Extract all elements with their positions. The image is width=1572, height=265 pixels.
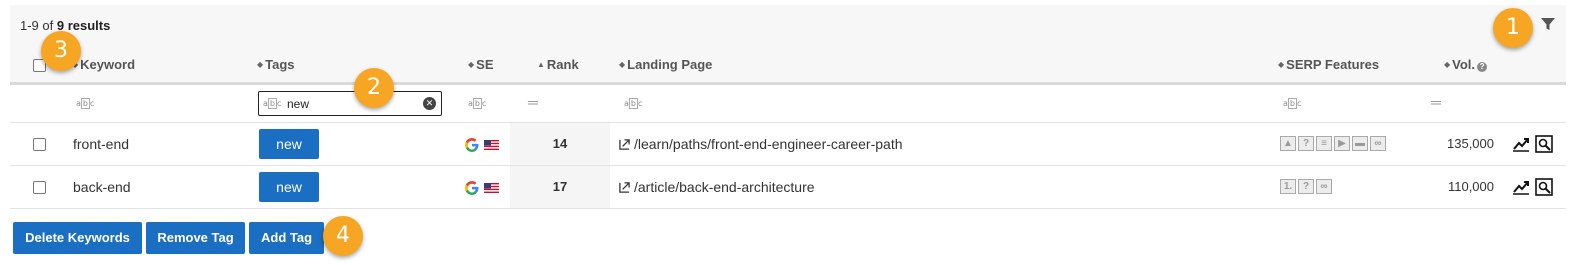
sort-icon: ◆ [619, 60, 626, 69]
filter-row: abc abc new ✕ abc ═ abc abc ═ [10, 85, 1566, 123]
text-filter-icon[interactable]: abc [624, 98, 642, 109]
results-bar: 1-9 of 9 results [10, 5, 1566, 45]
filter-icon[interactable] [1540, 16, 1556, 32]
table-row: front-end new 14 /learn/paths/front-end-… [10, 123, 1566, 166]
column-landing-page-label: Landing Page [627, 57, 713, 72]
video-icon: ▶ [1334, 136, 1350, 151]
rank-cell: 17 [510, 166, 610, 208]
landing-page-url: /learn/paths/front-end-engineer-career-p… [634, 136, 903, 152]
trend-chart-icon[interactable] [1512, 178, 1530, 196]
rank-cell: 14 [510, 123, 610, 165]
google-icon [465, 138, 479, 152]
column-landing-page[interactable]: ◆ Landing Page [619, 57, 712, 72]
sort-asc-icon: ▲ [537, 60, 545, 69]
remove-tag-button[interactable]: Remove Tag [146, 222, 245, 254]
text-filter-icon: abc [263, 98, 282, 109]
graduation-cap-icon: ▲ [1280, 136, 1296, 151]
volume-value: 110,000 [1447, 179, 1494, 194]
us-flag-icon [484, 183, 499, 193]
column-keyword-label: Keyword [80, 57, 136, 72]
callout-badge: 1 [1493, 8, 1533, 48]
sort-icon: ◆ [257, 60, 264, 69]
landing-page-link[interactable]: /article/back-end-architecture [619, 179, 815, 195]
row-checkbox[interactable] [33, 181, 46, 194]
external-link-icon [619, 139, 630, 150]
callout-badge: 3 [41, 31, 81, 71]
help-icon[interactable]: ? [1477, 62, 1488, 72]
serp-features-cell: 1.? ∞ [1280, 179, 1334, 195]
table-header: ◆Keyword ◆Tags ◆SE ▲Rank ◆Landing Page ◆… [10, 45, 1566, 85]
tag-badge[interactable]: new [259, 172, 319, 202]
column-rank[interactable]: ▲ Rank [537, 57, 579, 72]
serp-preview-icon[interactable] [1535, 178, 1553, 196]
link-icon: ∞ [1370, 136, 1386, 151]
sort-icon: ◆ [1278, 60, 1285, 69]
column-keyword[interactable]: ◆Keyword [72, 57, 135, 72]
tags-filter-value: new [287, 97, 310, 111]
rank-value: 14 [552, 136, 568, 151]
us-flag-icon [484, 140, 499, 150]
column-volume[interactable]: ◆ Vol.? [1444, 57, 1488, 72]
text-filter-icon[interactable]: abc [76, 98, 94, 109]
trend-chart-icon[interactable] [1512, 135, 1530, 153]
tags-filter-input[interactable]: abc new ✕ [258, 91, 442, 116]
serp-preview-icon[interactable] [1535, 135, 1553, 153]
column-volume-label: Vol. [1452, 57, 1476, 72]
clear-icon[interactable]: ✕ [423, 97, 436, 110]
landing-page-url: /article/back-end-architecture [634, 179, 815, 195]
column-se[interactable]: ◆ SE [468, 57, 494, 72]
article-icon: ≡ [1316, 136, 1332, 151]
column-serp-features[interactable]: ◆ SERP Features [1278, 57, 1379, 72]
tag-badge[interactable]: new [259, 129, 319, 159]
add-tag-button[interactable]: Add Tag [249, 222, 324, 254]
sort-icon: ◆ [468, 60, 475, 69]
column-serp-features-label: SERP Features [1286, 57, 1380, 72]
serp-features-cell: ▲? ≡ ▶ ▬ ∞ [1280, 136, 1388, 152]
equals-filter-icon[interactable]: ═ [528, 94, 538, 110]
link-icon: ∞ [1316, 179, 1332, 194]
numbered-list-icon: 1. [1280, 179, 1296, 194]
delete-keywords-button[interactable]: Delete Keywords [13, 222, 142, 254]
featured-snippet-icon: ▬ [1352, 136, 1368, 151]
landing-page-link[interactable]: /learn/paths/front-end-engineer-career-p… [619, 136, 903, 152]
sort-icon: ◆ [1444, 60, 1451, 69]
callout-badge: 2 [354, 68, 394, 108]
question-icon: ? [1298, 136, 1314, 151]
column-se-label: SE [476, 57, 494, 72]
question-icon: ? [1298, 179, 1314, 194]
results-prefix: 1-9 of [20, 18, 54, 33]
external-link-icon [619, 182, 630, 193]
column-rank-label: Rank [546, 57, 579, 72]
volume-value: 135,000 [1447, 136, 1494, 151]
keyword-cell: front-end [73, 136, 130, 152]
keywords-table: 1-9 of 9 results ◆Keyword ◆Tags ◆SE ▲Ran… [10, 5, 1566, 209]
table-row: back-end new 17 /article/back-end-archit… [10, 166, 1566, 209]
text-filter-icon[interactable]: abc [1283, 98, 1301, 109]
text-filter-icon[interactable]: abc [468, 98, 486, 109]
callout-badge: 4 [323, 216, 363, 256]
column-tags[interactable]: ◆ Tags [257, 57, 295, 72]
keyword-cell: back-end [73, 179, 131, 195]
rank-value: 17 [552, 179, 568, 194]
row-checkbox[interactable] [33, 138, 46, 151]
google-icon [465, 181, 479, 195]
column-tags-label: Tags [265, 57, 295, 72]
equals-filter-icon[interactable]: ═ [1431, 94, 1441, 110]
